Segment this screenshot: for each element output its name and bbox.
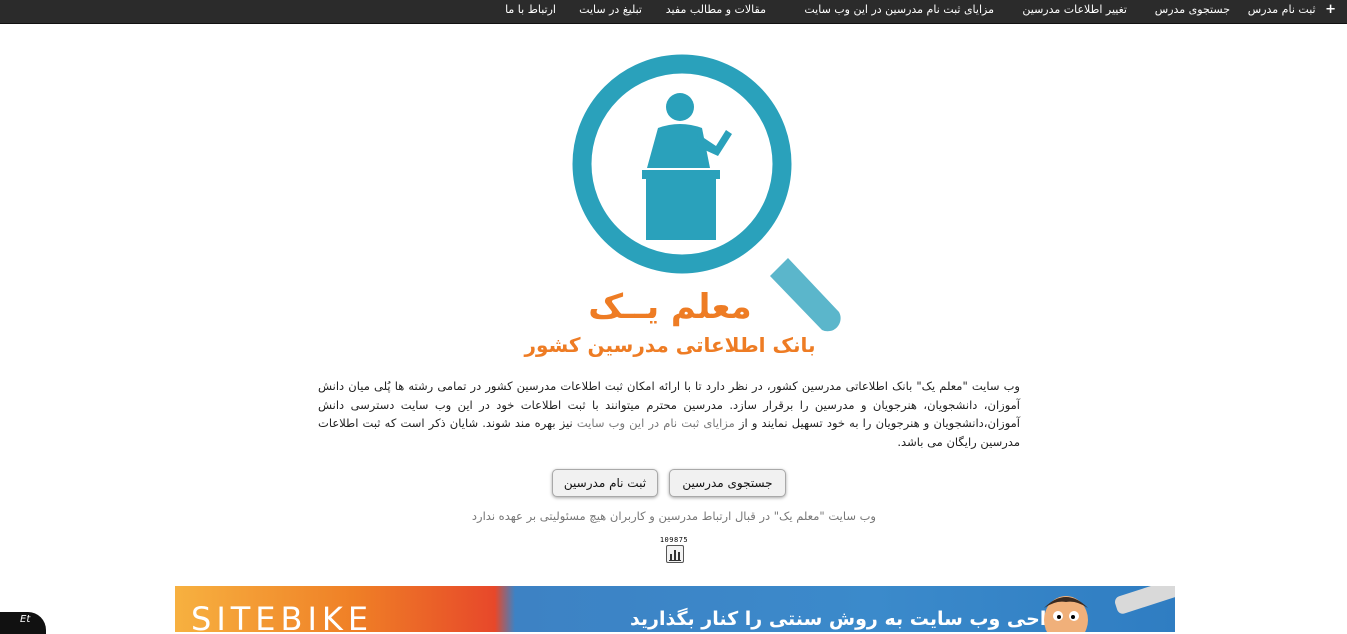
nav-advertise[interactable]: تبلیغ در سایت [579, 0, 642, 23]
register-teachers-button[interactable]: ثبت نام مدرسین [552, 469, 658, 497]
banner-brand: SITEBIKE [191, 600, 374, 632]
plus-icon: + [1325, 2, 1336, 17]
advertisement-banner[interactable]: SITEBIKE طراحی وب سایت به روش سنتی را کن… [175, 586, 1175, 632]
nav-contact[interactable]: ارتباط با ما [505, 0, 556, 23]
disclaimer-text: وب سایت "معلم یک" در قبال ارتباط مدرسین … [471, 509, 876, 523]
nav-change-info[interactable]: تغییر اطلاعات مدرسین [1022, 0, 1127, 23]
logo-title: معلم یــک [588, 287, 751, 327]
cartoon-mascot-icon [1044, 586, 1175, 632]
visit-counter-value: 109875 [659, 536, 689, 544]
bar-chart-icon [666, 545, 684, 563]
intro-benefits-link[interactable]: مزایای ثبت نام در این وب سایت [577, 416, 735, 430]
intro-paragraph: وب سایت "معلم یک" بانک اطلاعاتی مدرسین ک… [318, 377, 1020, 451]
visit-counter[interactable]: 109875 [658, 536, 690, 566]
nav-register-teacher-label: ثبت نام مدرس [1247, 3, 1316, 16]
top-navbar: + ثبت نام مدرس جستجوی مدرس تغییر اطلاعات… [0, 0, 1347, 24]
nav-register-teacher[interactable]: + ثبت نام مدرس [1248, 0, 1336, 23]
site-logo: معلم یــک بانک اطلاعاتی مدرسین کشور [523, 54, 841, 357]
teacher-podium-icon [642, 93, 732, 240]
nav-articles[interactable]: مقالات و مطالب مفید [666, 0, 766, 23]
search-teachers-button[interactable]: جستجوی مدرسین [669, 469, 786, 497]
logo-subtitle: بانک اطلاعاتی مدرسین کشور [523, 333, 815, 357]
nav-search-teacher[interactable]: جستجوی مدرس [1155, 0, 1230, 23]
corner-badge-label: Et [20, 614, 31, 625]
nav-benefits[interactable]: مزایای ثبت نام مدرسین در این وب سایت [804, 0, 994, 23]
corner-badge[interactable]: Et [0, 612, 46, 634]
